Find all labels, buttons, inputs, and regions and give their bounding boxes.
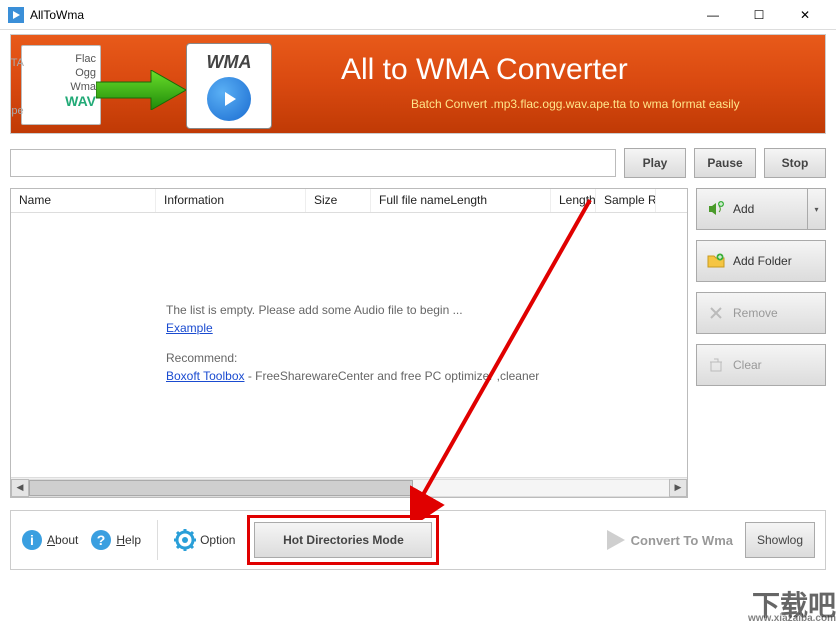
svg-text:?: ? <box>97 532 106 548</box>
play-triangle-icon <box>607 530 625 550</box>
banner-source-formats: TTA Flac Ogg Wma Ape WAV <box>21 45 101 125</box>
clear-icon <box>707 356 725 374</box>
folder-plus-icon <box>707 252 725 270</box>
about-label: bout <box>55 533 78 547</box>
maximize-button[interactable]: ☐ <box>736 0 782 29</box>
toolbox-link[interactable]: Boxoft Toolbox <box>166 369 245 383</box>
format-tta: TTA <box>10 56 24 70</box>
stop-button[interactable]: Stop <box>764 148 826 178</box>
remove-label: Remove <box>733 306 778 320</box>
option-label: Option <box>200 533 235 547</box>
titlebar: AllToWma — ☐ ✕ <box>0 0 836 30</box>
app-icon <box>8 7 24 23</box>
column-header[interactable]: Size <box>306 189 371 212</box>
empty-text: The list is empty. Please add some Audio… <box>166 303 463 317</box>
help-icon: ? <box>90 529 112 551</box>
format-flac: Flac <box>26 52 96 66</box>
toolbox-desc: - FreeSharewareCenter and free PC optimi… <box>245 369 540 383</box>
svg-text:i: i <box>30 532 34 548</box>
bottom-toolbar: i About ? Help Option Hot Directories Mo… <box>10 510 826 570</box>
example-link[interactable]: Example <box>166 321 213 335</box>
table-body: The list is empty. Please add some Audio… <box>11 213 687 477</box>
format-ogg: Ogg <box>26 66 96 80</box>
window-controls: — ☐ ✕ <box>690 0 828 29</box>
clear-button[interactable]: Clear <box>696 344 826 386</box>
info-icon: i <box>21 529 43 551</box>
progress-bar[interactable] <box>10 149 616 177</box>
minimize-button[interactable]: — <box>690 0 736 29</box>
column-header[interactable]: Name <box>11 189 156 212</box>
recommend-label: Recommend: <box>166 351 237 365</box>
add-folder-label: Add Folder <box>733 254 792 268</box>
convert-label: Convert To Wma <box>631 533 733 548</box>
column-header[interactable]: Information <box>156 189 306 212</box>
file-table: NameInformationSizeFull file nameLengthL… <box>10 188 688 498</box>
playback-controls: Play Pause Stop <box>10 148 826 178</box>
option-button[interactable]: Option <box>174 529 235 551</box>
hot-directories-highlight: Hot Directories Mode <box>247 515 439 565</box>
add-label: Add <box>733 202 754 216</box>
scroll-track[interactable] <box>29 479 669 497</box>
column-header[interactable]: Full file nameLength <box>371 189 551 212</box>
scroll-right-button[interactable]: ▶ <box>669 479 687 497</box>
watermark-text: 下载吧 <box>752 590 836 621</box>
showlog-button[interactable]: Showlog <box>745 522 815 558</box>
speaker-plus-icon <box>707 200 725 218</box>
watermark: 下载吧 www.xiazaiba.com <box>752 584 836 624</box>
about-button[interactable]: i About <box>21 529 78 551</box>
help-button[interactable]: ? Help <box>90 529 141 551</box>
divider <box>157 520 158 560</box>
main-area: NameInformationSizeFull file nameLengthL… <box>10 188 826 498</box>
column-header[interactable]: Sample Rat <box>596 189 656 212</box>
scroll-thumb[interactable] <box>29 480 413 496</box>
banner-target-format: WMA <box>186 43 272 129</box>
banner: TTA Flac Ogg Wma Ape WAV WMA All to WMA … <box>10 34 826 134</box>
pause-button[interactable]: Pause <box>694 148 756 178</box>
add-button[interactable]: Add <box>696 188 808 230</box>
empty-message: The list is empty. Please add some Audio… <box>166 301 539 385</box>
format-wav: WAV <box>65 93 96 109</box>
horizontal-scrollbar[interactable]: ◀ ▶ <box>11 477 687 497</box>
hot-directories-button[interactable]: Hot Directories Mode <box>254 522 432 558</box>
play-button[interactable]: Play <box>624 148 686 178</box>
close-button[interactable]: ✕ <box>782 0 828 29</box>
clear-label: Clear <box>733 358 762 372</box>
remove-icon <box>707 304 725 322</box>
column-header[interactable]: Length <box>551 189 596 212</box>
arrow-icon <box>96 70 186 110</box>
remove-button[interactable]: Remove <box>696 292 826 334</box>
window-title: AllToWma <box>30 8 690 22</box>
add-button-group: Add ▾ <box>696 188 826 230</box>
wma-label: WMA <box>207 52 252 73</box>
help-label: elp <box>125 533 141 547</box>
play-icon <box>207 77 251 121</box>
convert-button[interactable]: Convert To Wma <box>607 530 733 550</box>
scroll-left-button[interactable]: ◀ <box>11 479 29 497</box>
add-dropdown[interactable]: ▾ <box>808 188 826 230</box>
format-wma: Wma <box>26 80 96 94</box>
watermark-url: www.xiazaiba.com <box>748 613 836 624</box>
gear-icon <box>174 529 196 551</box>
add-folder-button[interactable]: Add Folder <box>696 240 826 282</box>
side-buttons: Add ▾ Add Folder Remove Clear <box>696 188 826 498</box>
table-header: NameInformationSizeFull file nameLengthL… <box>11 189 687 213</box>
format-ape: Ape <box>10 104 24 118</box>
banner-title: All to WMA Converter <box>341 53 628 87</box>
banner-subtitle: Batch Convert .mp3.flac.ogg.wav.ape.tta … <box>411 97 740 111</box>
